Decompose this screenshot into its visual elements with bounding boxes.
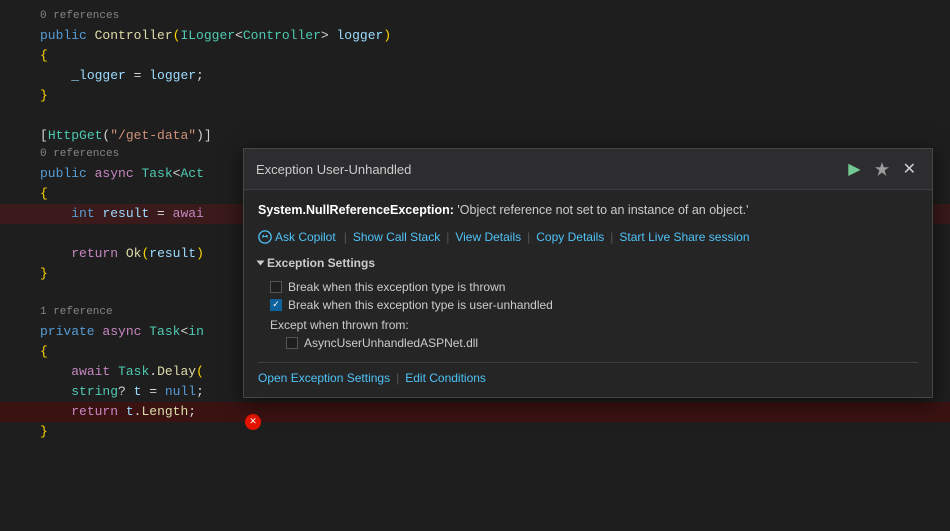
meta-line-1: 0 references bbox=[0, 8, 950, 26]
checkbox-1[interactable] bbox=[270, 281, 282, 293]
pin-button[interactable] bbox=[871, 160, 893, 178]
exception-settings-header: Exception Settings bbox=[258, 256, 918, 270]
code-line-close: } bbox=[0, 86, 950, 106]
exception-popup: Exception User-Unhandled ▶ ✕ System.Null… bbox=[243, 148, 933, 398]
link-sep-3: | bbox=[527, 230, 530, 244]
open-exception-settings-link[interactable]: Open Exception Settings bbox=[258, 371, 390, 385]
popup-body: System.NullReferenceException: 'Object r… bbox=[244, 190, 932, 397]
code-line-httpget: [HttpGet("/get-data")] bbox=[0, 126, 950, 146]
ask-copilot-link[interactable]: Ask Copilot bbox=[275, 230, 336, 244]
close-button[interactable]: ✕ bbox=[899, 157, 920, 181]
code-line-open: { bbox=[0, 46, 950, 66]
exception-detail: 'Object reference not set to an instance… bbox=[457, 203, 748, 217]
exception-type: System.NullReferenceException: bbox=[258, 203, 454, 217]
exception-message: System.NullReferenceException: 'Object r… bbox=[258, 202, 918, 220]
popup-title: Exception User-Unhandled bbox=[256, 162, 411, 177]
show-call-stack-link[interactable]: Show Call Stack bbox=[353, 230, 440, 244]
copilot-icon bbox=[258, 230, 272, 244]
link-sep-4: | bbox=[610, 230, 613, 244]
checkbox-row-2[interactable]: Break when this exception type is user-u… bbox=[258, 296, 918, 314]
bottom-links: Open Exception Settings | Edit Condition… bbox=[258, 362, 918, 385]
start-live-share-link[interactable]: Start Live Share session bbox=[619, 230, 749, 244]
bottom-sep: | bbox=[396, 371, 399, 385]
except-when-item[interactable]: AsyncUserUnhandledASPNet.dll bbox=[258, 334, 918, 352]
checkbox-2-label: Break when this exception type is user-u… bbox=[288, 298, 553, 312]
popup-links-row: Ask Copilot | Show Call Stack | View Det… bbox=[258, 230, 918, 244]
except-checkbox[interactable] bbox=[286, 337, 298, 349]
continue-button[interactable]: ▶ bbox=[844, 157, 864, 181]
popup-titlebar: Exception User-Unhandled ▶ ✕ bbox=[244, 149, 932, 190]
link-sep-1: | bbox=[344, 230, 347, 244]
breakpoint-error-icon: ✕ bbox=[245, 414, 261, 430]
code-line-close3: } bbox=[0, 422, 950, 442]
link-sep-2: | bbox=[446, 230, 449, 244]
except-when-label: Except when thrown from: bbox=[258, 314, 918, 334]
except-dll-label: AsyncUserUnhandledASPNet.dll bbox=[304, 336, 478, 350]
code-line-assign: _logger = logger; bbox=[0, 66, 950, 86]
checkbox-1-label: Break when this exception type is thrown bbox=[288, 280, 505, 294]
checkbox-row-1[interactable]: Break when this exception type is thrown bbox=[258, 278, 918, 296]
copy-details-link[interactable]: Copy Details bbox=[536, 230, 604, 244]
popup-titlebar-actions: ▶ ✕ bbox=[844, 157, 920, 181]
view-details-link[interactable]: View Details bbox=[455, 230, 521, 244]
checkbox-2[interactable] bbox=[270, 299, 282, 311]
triangle-icon bbox=[257, 260, 265, 265]
code-line-tlength: return t.Length; ✕ bbox=[0, 402, 950, 422]
code-line-blank1 bbox=[0, 106, 950, 126]
exception-settings-label: Exception Settings bbox=[267, 256, 375, 270]
code-line-constructor: public Controller(ILogger<Controller> lo… bbox=[0, 26, 950, 46]
edit-conditions-link[interactable]: Edit Conditions bbox=[405, 371, 486, 385]
